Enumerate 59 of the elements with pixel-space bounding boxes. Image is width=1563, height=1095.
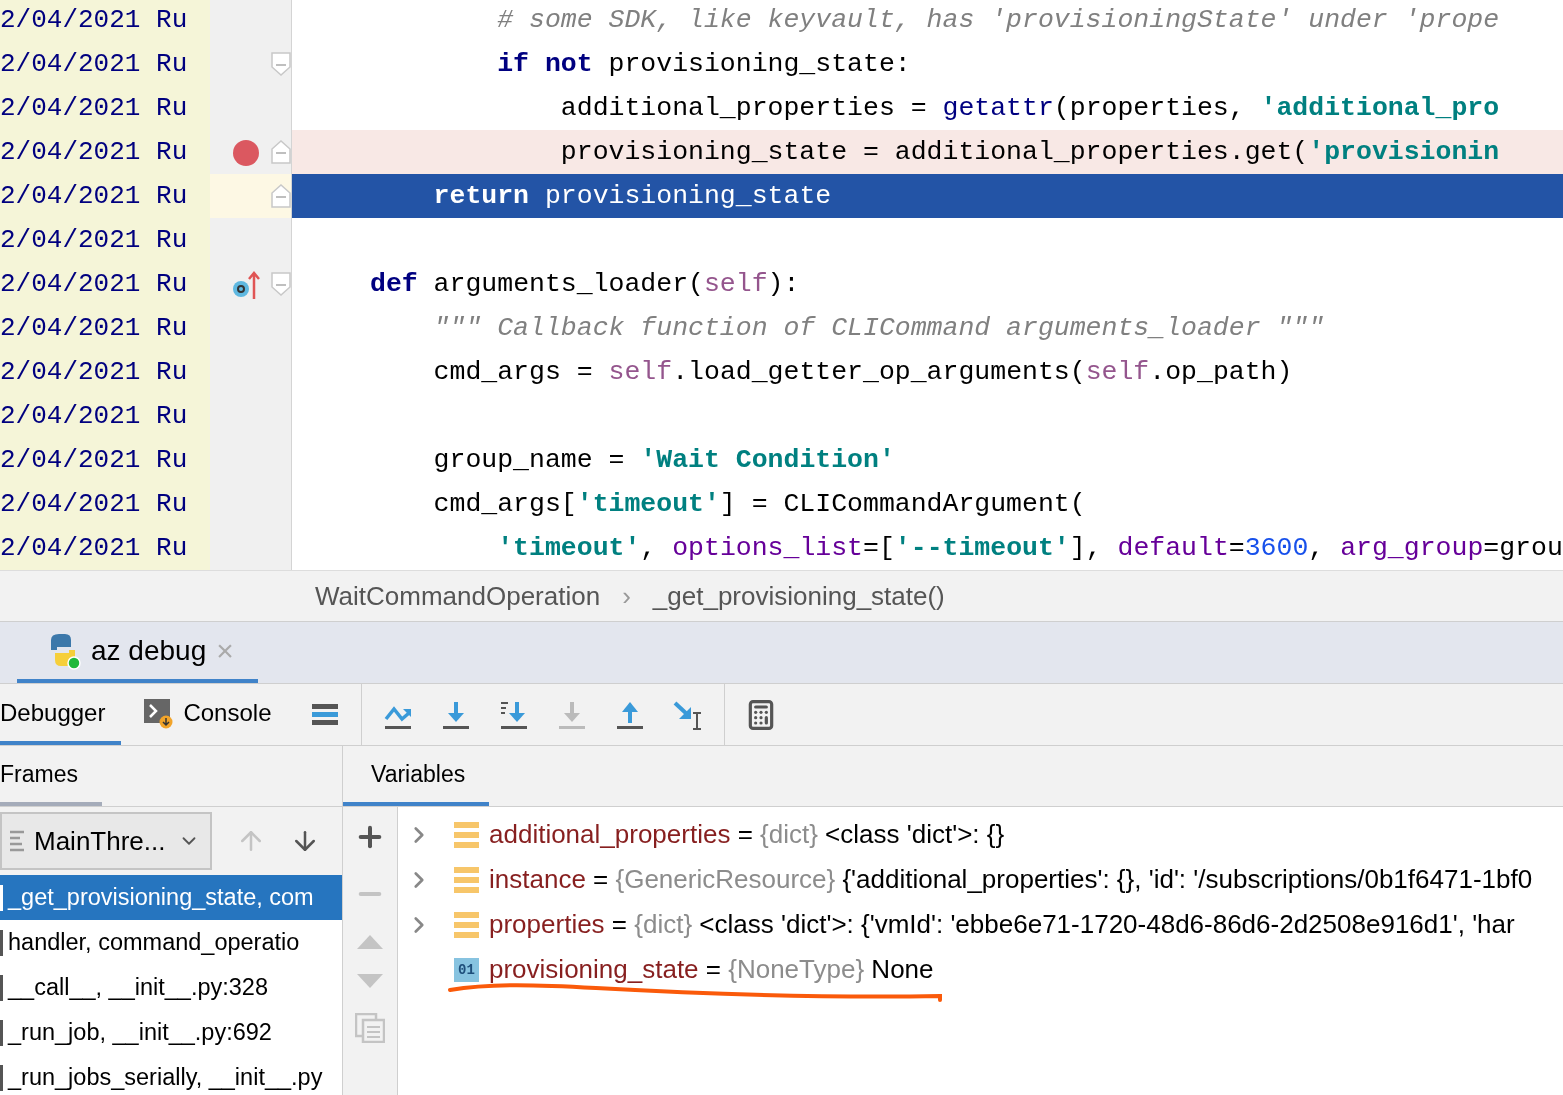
- breadcrumb-item[interactable]: _get_provisioning_state(): [652, 580, 945, 612]
- variable-row[interactable]: additional_properties = {dict} <class 'dict'>: {}: [398, 812, 1563, 857]
- code-line: """ Callback function of CLICommand arguments_loader """: [432, 313, 1325, 343]
- code-line: def arguments_loader(self):: [370, 269, 800, 299]
- fold-marker-icon[interactable]: [271, 184, 291, 208]
- code-line: cmd_args = self.load_getter_op_arguments(self.op_path): [432, 357, 1293, 387]
- triangle-up-icon[interactable]: [357, 935, 383, 949]
- annotation-text: 2/04/2021 Ru: [0, 489, 188, 519]
- breadcrumb-item[interactable]: WaitCommandOperation: [315, 580, 601, 612]
- code-line: 'timeout', options_list=['--timeout'], default=3600, arg_group=grou: [496, 533, 1563, 563]
- annotation-text: 2/04/2021 Ru: [0, 445, 188, 475]
- code-line: additional_properties = getattr(properties, 'additional_pro: [559, 93, 1500, 123]
- annotation-text: 2/04/2021 Ru: [0, 225, 188, 255]
- annotation-text: 2/04/2021 Ru: [0, 93, 188, 123]
- breadcrumb-separator: ›: [622, 580, 631, 612]
- variable-text: instance = {GenericResource} {'additional_properties': {}, 'id': '/subscriptions/0b1f6471-1bf0: [489, 864, 1533, 895]
- annotation-text: 2/04/2021 Ru: [0, 357, 188, 387]
- code-line: group_name = 'Wait Condition': [432, 445, 895, 475]
- frame-item[interactable]: _run_job, __init__.py:692: [0, 1010, 342, 1055]
- code-line: # some SDK, like keyvault, has 'provisioningState' under 'prope: [496, 5, 1500, 35]
- code-line: return provisioning_state: [432, 181, 832, 211]
- gutter-cell[interactable]: [210, 526, 292, 570]
- annotation-text: 2/04/2021 Ru: [0, 181, 188, 211]
- copy-icon[interactable]: [355, 1013, 385, 1043]
- variable-row[interactable]: properties = {dict} <class 'dict'>: {'vmId': 'ebbe6e71-1720-48d6-86d6-2d2508e916d1', 'har: [398, 902, 1563, 947]
- annotation-text: 2/04/2021 Ru: [0, 533, 188, 563]
- variable-row[interactable]: instance = {GenericResource} {'additional_properties': {}, 'id': '/subscriptions/0b1f6471-1bf0: [398, 857, 1563, 902]
- triangle-down-icon[interactable]: [357, 974, 383, 988]
- gutter-cell[interactable]: [210, 218, 292, 262]
- frame-item[interactable]: __call__, __init__.py:328: [0, 965, 342, 1010]
- frame-item[interactable]: _get_provisioning_state, com: [0, 875, 342, 920]
- frame-item[interactable]: handler, command_operatio: [0, 920, 342, 965]
- code-line: cmd_args['timeout'] = CLICommandArgument(: [432, 489, 1086, 519]
- debugger-tab[interactable]: Console: [143, 684, 288, 745]
- thread-dropdown[interactable]: MainThre...: [0, 812, 212, 870]
- variable-row[interactable]: 01 provisioning_state = {NoneType} None: [398, 947, 1563, 992]
- gutter-cell[interactable]: [210, 0, 292, 42]
- fold-marker-icon[interactable]: [271, 52, 291, 76]
- annotation-text: 2/04/2021 Ru: [0, 137, 188, 167]
- annotation-text: 2/04/2021 Ru: [0, 5, 188, 35]
- console-icon: [143, 696, 174, 729]
- variable-text: additional_properties = {dict} <class 'dict'>: {}: [489, 819, 1005, 850]
- annotation-text: 2/04/2021 Ru: [0, 313, 188, 343]
- gutter-cell[interactable]: [210, 130, 292, 174]
- variable-text: properties = {dict} <class 'dict'>: {'vmId': 'ebbe6e71-1720-48d6-86d6-2d2508e916d1', 'har: [489, 909, 1515, 940]
- list-icon: [10, 829, 24, 853]
- variable-text: provisioning_state = {NoneType} None: [489, 954, 934, 985]
- code-line: provisioning_state = additional_properties.get('provisionin: [559, 137, 1500, 167]
- frame-item[interactable]: _run_jobs_serially, __init__.py: [0, 1055, 342, 1095]
- annotation-text: 2/04/2021 Ru: [0, 49, 188, 79]
- target-arrow-icon[interactable]: [232, 270, 260, 300]
- code-line: if not provisioning_state:: [496, 49, 911, 79]
- breakpoint-icon[interactable]: [233, 140, 259, 166]
- fold-marker-icon[interactable]: [271, 140, 291, 164]
- fold-marker-icon[interactable]: [271, 272, 291, 296]
- value-type-badge: 01: [454, 957, 479, 982]
- annotation-text: 2/04/2021 Ru: [0, 269, 188, 299]
- annotation-text: 2/04/2021 Ru: [0, 401, 188, 431]
- gutter-cell[interactable]: [210, 174, 292, 218]
